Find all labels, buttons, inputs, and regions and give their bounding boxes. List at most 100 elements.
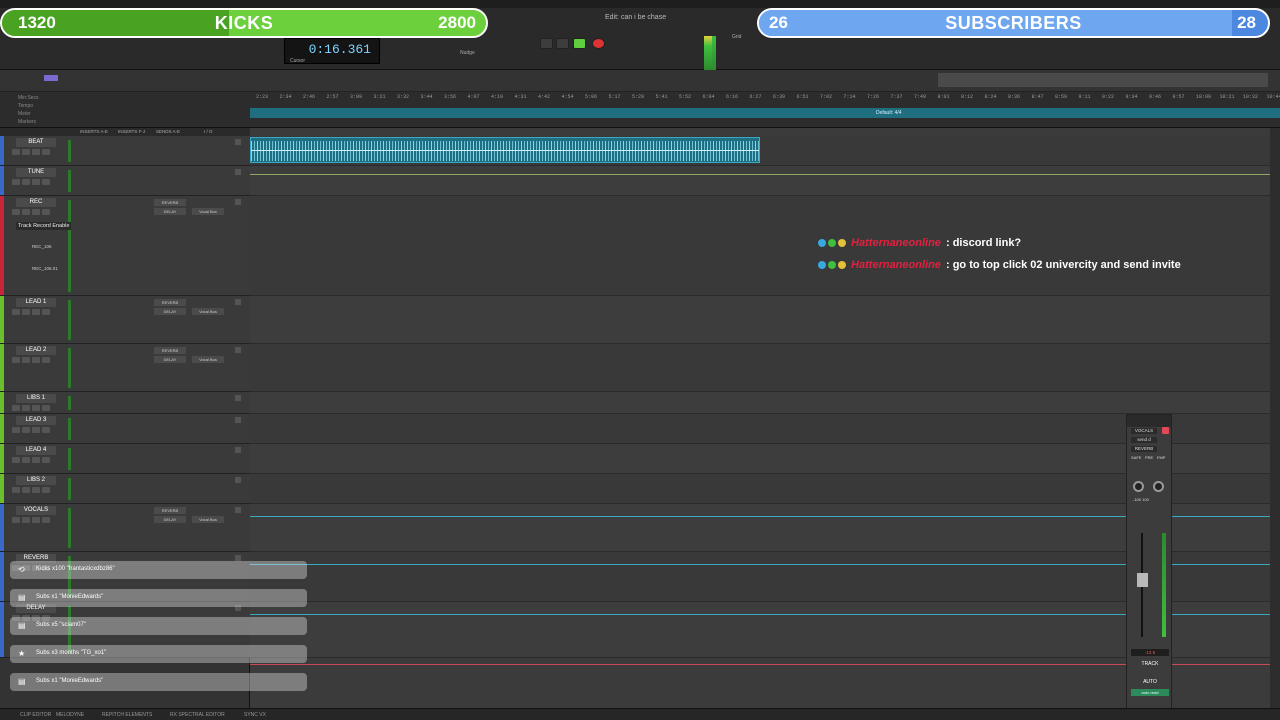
volume-fader-cap[interactable]: [1137, 573, 1148, 587]
track-header-vocals[interactable]: VOCALS REVERB DELAY Vocal Bus: [0, 504, 250, 552]
input-monitor-button[interactable]: [22, 517, 30, 523]
solo-button[interactable]: [32, 457, 40, 463]
track-header-beat[interactable]: BEAT: [0, 136, 250, 166]
output-selector[interactable]: Vocal Bus: [192, 356, 224, 363]
solo-button[interactable]: [32, 357, 40, 363]
track-name[interactable]: LEAD 1: [16, 298, 56, 307]
track-lane[interactable]: [250, 504, 1270, 552]
vertical-scrollbar[interactable]: [1270, 128, 1280, 708]
track-name[interactable]: LEAD 4: [16, 446, 56, 455]
io-button[interactable]: [235, 395, 241, 401]
record-enable-button[interactable]: [12, 209, 20, 215]
track-name[interactable]: VOCALS: [16, 506, 56, 515]
track-header-lead-2[interactable]: LEAD 2 REVERB DELAY Vocal Bus: [0, 344, 250, 392]
strip-send-selector[interactable]: send d: [1131, 437, 1157, 443]
input-monitor-button[interactable]: [22, 457, 30, 463]
stop-button[interactable]: [556, 38, 569, 49]
mute-button[interactable]: [42, 517, 50, 523]
strip-output-selector[interactable]: REVERB: [1131, 446, 1157, 452]
track-lane[interactable]: [250, 392, 1270, 414]
track-header-tune[interactable]: TUNE: [0, 166, 250, 196]
mute-button[interactable]: [42, 357, 50, 363]
record-enable-button[interactable]: [12, 517, 20, 523]
track-header-lead-1[interactable]: LEAD 1 REVERB DELAY Vocal Bus: [0, 296, 250, 344]
minsecs-ruler[interactable]: 2:23 2:34 2:46 2:57 3:09 3:21 3:32 3:44 3:56 4:07…: [250, 94, 1280, 102]
input-monitor-button[interactable]: [22, 357, 30, 363]
record-enable-button[interactable]: [12, 309, 20, 315]
send-slot[interactable]: REVERB: [154, 199, 186, 206]
mute-button[interactable]: [42, 487, 50, 493]
track-header-lead-4[interactable]: LEAD 4: [0, 444, 250, 474]
input-monitor-button[interactable]: [22, 487, 30, 493]
beat-audio-clip[interactable]: [250, 137, 760, 163]
record-enable-button[interactable]: [12, 427, 20, 433]
automation-mode[interactable]: auto read: [1131, 689, 1169, 696]
floating-mixer-strip[interactable]: VOCALS send d REVERB SAFE PRE FMP -100 1…: [1126, 414, 1172, 710]
track-name[interactable]: TUNE: [16, 168, 56, 177]
track-name[interactable]: LEAD 2: [16, 346, 56, 355]
track-name[interactable]: REC: [16, 198, 56, 207]
strip-header[interactable]: [1127, 415, 1171, 427]
track-lane[interactable]: [250, 602, 1270, 658]
column-header[interactable]: INSERTS A-E: [80, 129, 108, 134]
record-enable-button[interactable]: [12, 149, 20, 155]
solo-button[interactable]: [32, 405, 40, 411]
strip-pre-label[interactable]: PRE: [1145, 455, 1153, 460]
play-button[interactable]: [573, 38, 586, 49]
input-monitor-button[interactable]: [22, 427, 30, 433]
track-header-lead-3[interactable]: LEAD 3: [0, 414, 250, 444]
session-overview[interactable]: [0, 70, 1280, 92]
io-button[interactable]: [235, 299, 241, 305]
send-slot[interactable]: REVERB: [154, 507, 186, 514]
track-lane[interactable]: [250, 414, 1270, 444]
track-name[interactable]: BEAT: [16, 138, 56, 147]
mute-button[interactable]: [42, 149, 50, 155]
input-monitor-button[interactable]: [22, 209, 30, 215]
send-slot[interactable]: REVERB: [154, 299, 186, 306]
io-button[interactable]: [235, 199, 241, 205]
dock-tab[interactable]: REPITCH ELEMENTS: [102, 712, 152, 718]
track-lane[interactable]: [250, 296, 1270, 344]
track-header-libs-1[interactable]: LIBS 1: [0, 392, 250, 414]
column-header[interactable]: I / O: [204, 129, 213, 134]
mute-button[interactable]: [42, 179, 50, 185]
mute-button[interactable]: [42, 405, 50, 411]
dock-tab[interactable]: SYNC VX: [244, 712, 266, 718]
solo-button[interactable]: [32, 179, 40, 185]
io-button[interactable]: [235, 447, 241, 453]
pan-right-knob[interactable]: [1153, 481, 1164, 492]
record-enable-button[interactable]: [12, 487, 20, 493]
input-monitor-button[interactable]: [22, 179, 30, 185]
track-lane[interactable]: [250, 552, 1270, 602]
column-header[interactable]: SENDS A-E: [156, 129, 180, 134]
track-lane[interactable]: [250, 444, 1270, 474]
solo-button[interactable]: [32, 487, 40, 493]
solo-button[interactable]: [32, 427, 40, 433]
solo-button[interactable]: [32, 517, 40, 523]
track-lane[interactable]: [250, 166, 1270, 196]
pan-left-knob[interactable]: [1133, 481, 1144, 492]
io-button[interactable]: [235, 417, 241, 423]
record-enable-button[interactable]: [12, 357, 20, 363]
overview-visible-range[interactable]: [938, 73, 1268, 87]
io-button[interactable]: [235, 347, 241, 353]
track-lane[interactable]: [250, 196, 1270, 296]
dock-tab[interactable]: CLIP EDITOR: [20, 712, 51, 718]
send-slot[interactable]: DELAY: [154, 308, 186, 315]
strip-safe-label[interactable]: SAFE: [1131, 455, 1141, 460]
record-enable-button[interactable]: [12, 179, 20, 185]
input-monitor-button[interactable]: [22, 309, 30, 315]
track-header-rec[interactable]: REC REVERB DELAY Vocal Bus REC_106 REC_106.01: [0, 196, 250, 296]
track-lane[interactable]: [250, 344, 1270, 392]
strip-fmp-label[interactable]: FMP: [1157, 455, 1165, 460]
track-lane[interactable]: [250, 474, 1270, 504]
record-enable-button[interactable]: [12, 405, 20, 411]
send-slot[interactable]: DELAY: [154, 208, 186, 215]
track-header-libs-2[interactable]: LIBS 2: [0, 474, 250, 504]
volume-readout[interactable]: -12.9: [1131, 649, 1169, 656]
solo-button[interactable]: [32, 149, 40, 155]
io-button[interactable]: [235, 477, 241, 483]
output-selector[interactable]: Vocal Bus: [192, 308, 224, 315]
output-selector[interactable]: Vocal Bus: [192, 516, 224, 523]
mute-button[interactable]: [42, 309, 50, 315]
